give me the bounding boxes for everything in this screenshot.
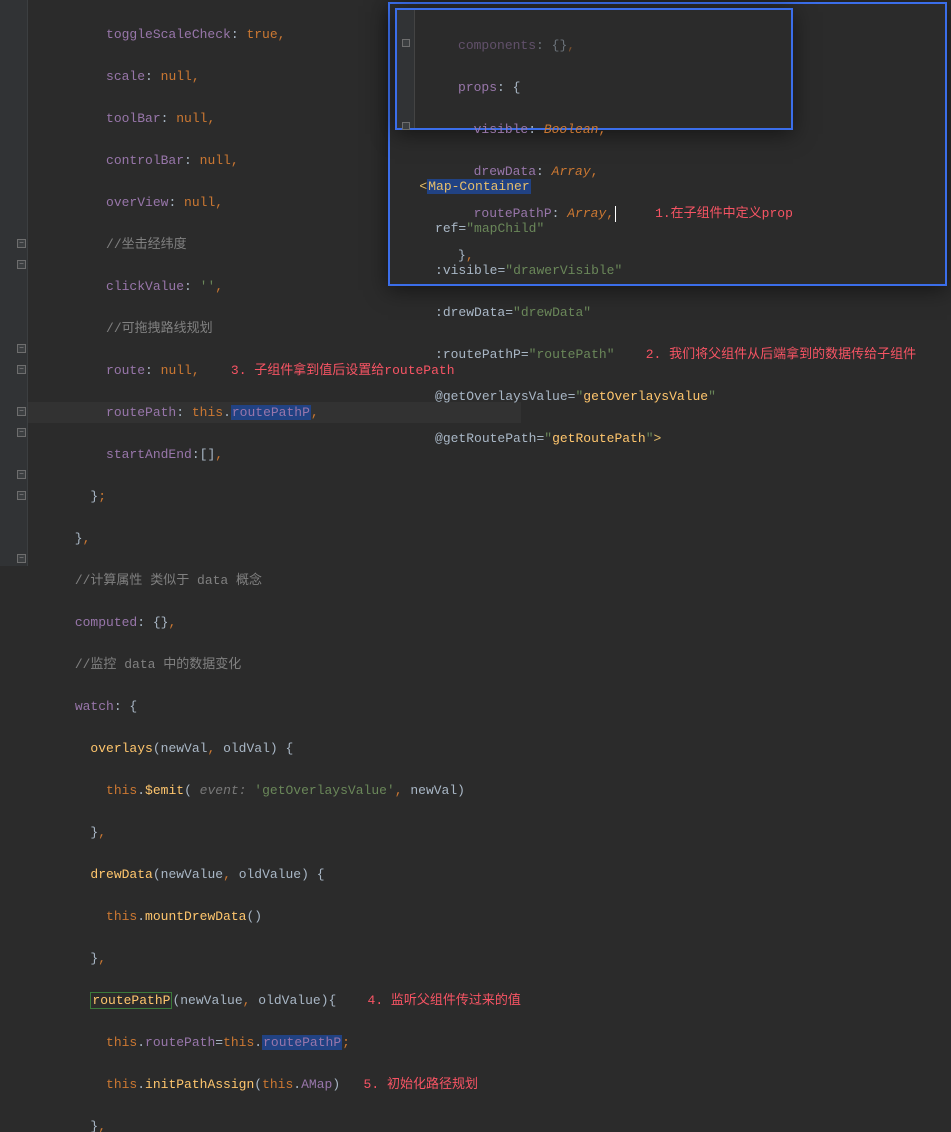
- prop-ref: routePath: [145, 1035, 215, 1050]
- annotation: 1.在子组件中定义prop: [655, 206, 793, 221]
- prop-key: toolBar: [106, 111, 161, 126]
- fold-icon[interactable]: −: [17, 407, 26, 416]
- attr: @getOverlaysValue: [435, 389, 568, 404]
- prop-value: null: [176, 111, 207, 126]
- annotation: 2. 我们将父组件从后端拿到的数据传给子组件: [646, 347, 916, 362]
- fold-icon[interactable]: −: [17, 260, 26, 269]
- method-name: drewData: [90, 867, 152, 882]
- fold-icon[interactable]: −: [17, 344, 26, 353]
- prop-key: route: [106, 363, 145, 378]
- prop-key: routePathP: [474, 206, 552, 221]
- comment: //监控 data 中的数据变化: [75, 657, 241, 672]
- param: newValue: [180, 993, 242, 1008]
- prop-value: {}: [552, 38, 568, 53]
- comment: //计算属性 类似于 data 概念: [75, 573, 262, 588]
- prop-value: null: [184, 195, 215, 210]
- prop-value: []: [200, 447, 216, 462]
- annotation: 5. 初始化路径规划: [364, 1077, 478, 1092]
- prop-key: components: [458, 38, 536, 53]
- string: 'getOverlaysValue': [254, 783, 394, 798]
- highlighted-ref: routePathP: [231, 405, 311, 420]
- prop-value: null: [161, 69, 192, 84]
- fold-icon[interactable]: −: [17, 239, 26, 248]
- prop-key: drewData: [474, 164, 536, 179]
- inlay-hint: event:: [200, 783, 247, 798]
- prop-key: props: [458, 80, 497, 95]
- prop-key: controlBar: [106, 153, 184, 168]
- fold-icon[interactable]: −: [17, 428, 26, 437]
- method-name: routePathP: [90, 992, 172, 1009]
- attr-value: routePath: [536, 347, 606, 362]
- prop-key: computed: [75, 615, 137, 630]
- param: newValue: [161, 867, 223, 882]
- prop-ref: AMap: [301, 1077, 332, 1092]
- type: Boolean: [544, 122, 599, 137]
- param: oldValue: [258, 993, 320, 1008]
- type: Array: [567, 206, 606, 221]
- code-overlay-child: components: {}, props: { visible: Boolea…: [395, 8, 793, 130]
- prop-value: null: [161, 363, 192, 378]
- attr-value: getOverlaysValue: [583, 389, 708, 404]
- comment: //坐击经纬度: [106, 237, 187, 252]
- prop-key: overView: [106, 195, 168, 210]
- method-name: overlays: [90, 741, 152, 756]
- type: Array: [552, 164, 591, 179]
- fold-icon[interactable]: −: [17, 491, 26, 500]
- prop-value: true: [246, 27, 277, 42]
- method-call: mountDrewData: [145, 909, 246, 924]
- prop-key: routePath: [106, 405, 176, 420]
- highlighted-ref: routePathP: [262, 1035, 342, 1050]
- prop-value: '': [200, 279, 216, 294]
- param: newVal: [410, 783, 457, 798]
- annotation: 4. 监听父组件传过来的值: [368, 993, 521, 1008]
- fold-icon[interactable]: −: [17, 470, 26, 479]
- param: newVal: [161, 741, 208, 756]
- prop-value: null: [200, 153, 231, 168]
- prop-key: clickValue: [106, 279, 184, 294]
- method-call: initPathAssign: [145, 1077, 254, 1092]
- method-call: $emit: [145, 783, 184, 798]
- attr: :routePathP: [435, 347, 521, 362]
- comment: //可拖拽路线规划: [106, 321, 213, 336]
- this-ref: this: [192, 405, 223, 420]
- prop-key: watch: [75, 699, 114, 714]
- attr: @getRoutePath: [435, 431, 536, 446]
- param: oldVal: [223, 741, 270, 756]
- fold-icon[interactable]: −: [17, 554, 26, 563]
- param: oldValue: [239, 867, 301, 882]
- prop-key: startAndEnd: [106, 447, 192, 462]
- prop-key: visible: [474, 122, 529, 137]
- fold-icon[interactable]: −: [17, 365, 26, 374]
- prop-key: toggleScaleCheck: [106, 27, 231, 42]
- attr-value: getRoutePath: [552, 431, 646, 446]
- prop-key: scale: [106, 69, 145, 84]
- editor-gutter: − − − − − − − − −: [0, 0, 28, 566]
